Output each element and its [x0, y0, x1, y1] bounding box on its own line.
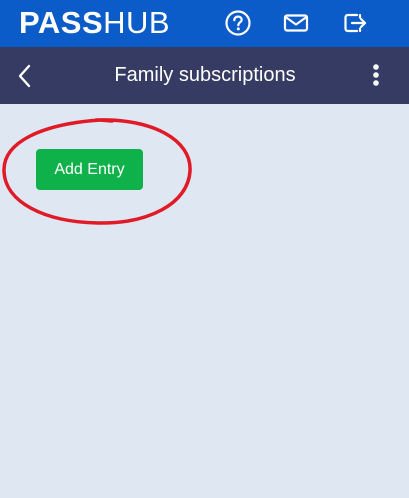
app-header: PASSHUB [0, 0, 409, 47]
page-navbar: Family subscriptions [0, 47, 409, 104]
help-icon[interactable] [224, 9, 252, 37]
logout-icon[interactable] [341, 9, 369, 37]
logo-bold-text: PASS [19, 5, 104, 40]
logo-light-text: HUB [103, 5, 171, 40]
main-content: Add Entry [0, 104, 409, 498]
kebab-menu-icon [364, 64, 388, 93]
chevron-left-icon [14, 64, 36, 93]
mail-icon[interactable] [282, 9, 310, 37]
passhub-logo: PASSHUB [19, 4, 170, 42]
add-entry-button[interactable]: Add Entry [36, 149, 143, 190]
more-menu-button[interactable] [364, 61, 388, 89]
page-title: Family subscriptions [114, 64, 296, 86]
back-button[interactable] [14, 63, 36, 89]
